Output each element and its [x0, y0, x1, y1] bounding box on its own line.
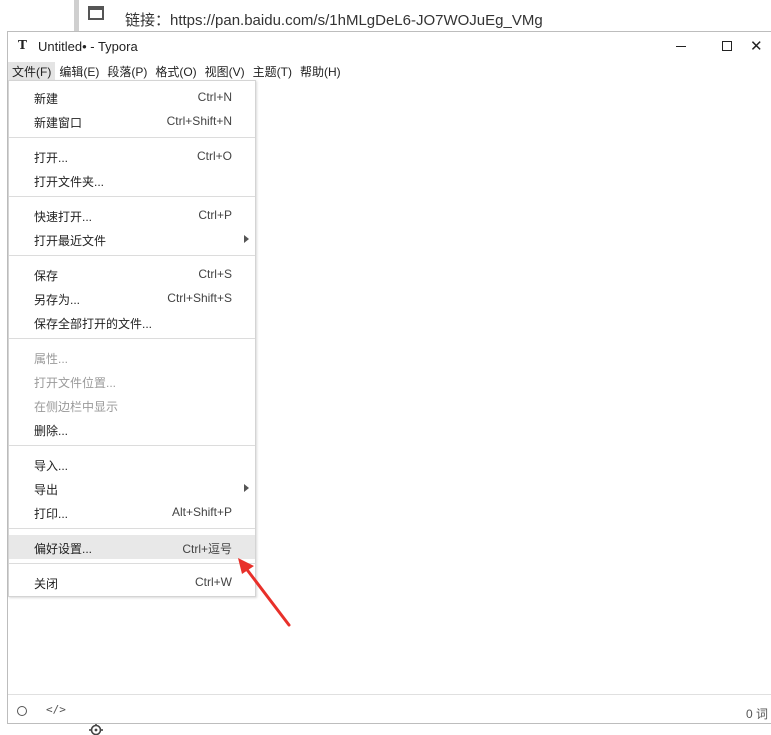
close-button[interactable]: ✕: [750, 32, 771, 60]
menu-item-shortcut: Ctrl+N: [197, 90, 232, 104]
menu-item-shortcut: Ctrl+S: [198, 267, 232, 281]
window-frame-icon: [88, 6, 104, 20]
menu-item-label: 偏好设置...: [34, 542, 93, 556]
menu-item-open-file-location: 打开文件位置...: [9, 369, 255, 393]
menu-item-label: 新建: [34, 92, 59, 106]
share-link-text: 链接：https://pan.baidu.com/s/1hMLgDeL6-JO7…: [125, 12, 543, 29]
maximize-icon: [722, 41, 732, 51]
menu-item-import[interactable]: 导入...: [9, 452, 255, 476]
menu-item-open-recent[interactable]: 打开最近文件: [9, 227, 255, 251]
menu-separator: [9, 563, 255, 564]
menu-file[interactable]: 文件(F): [8, 62, 56, 82]
menu-item-label: 另存为...: [34, 293, 81, 307]
menu-paragraph[interactable]: 段落(P): [103, 62, 151, 82]
menu-item-print[interactable]: 打印... Alt+Shift+P: [9, 500, 255, 524]
menu-item-label: 快速打开...: [34, 210, 93, 224]
maximize-button[interactable]: [704, 32, 750, 60]
menu-item-open-folder[interactable]: 打开文件夹...: [9, 168, 255, 192]
menu-item-label: 新建窗口: [34, 116, 83, 130]
menu-item-reveal-in-sidebar: 在侧边栏中显示: [9, 393, 255, 417]
menu-separator: [9, 338, 255, 339]
file-menu-dropdown: 新建 Ctrl+N 新建窗口 Ctrl+Shift+N 打开... Ctrl+O…: [8, 80, 256, 597]
menu-separator: [9, 528, 255, 529]
menu-item-shortcut: Ctrl+逗号: [182, 542, 232, 556]
menu-item-label: 删除...: [34, 424, 69, 438]
menu-item-label: 导入...: [34, 459, 69, 473]
menu-item-label: 打开最近文件: [34, 234, 107, 248]
minimize-icon: [676, 45, 686, 47]
outline-toggle-icon[interactable]: [17, 706, 27, 716]
menu-item-label: 关闭: [34, 577, 59, 591]
menu-item-shortcut: Ctrl+Shift+N: [166, 114, 232, 128]
menu-item-label: 导出: [34, 483, 59, 497]
menu-item-label: 在侧边栏中显示: [34, 400, 119, 414]
close-icon: ✕: [750, 38, 763, 55]
menu-item-new-window[interactable]: 新建窗口 Ctrl+Shift+N: [9, 109, 255, 133]
menu-item-label: 属性...: [34, 352, 69, 366]
menu-item-close[interactable]: 关闭 Ctrl+W: [9, 570, 255, 594]
menu-item-shortcut: Alt+Shift+P: [171, 505, 232, 519]
menu-format[interactable]: 格式(O): [151, 62, 200, 82]
window-title: Untitled• - Typora: [38, 39, 138, 54]
menu-bar: 文件(F) 编辑(E) 段落(P) 格式(O) 视图(V) 主题(T) 帮助(H…: [8, 62, 771, 82]
menu-separator: [9, 196, 255, 197]
word-count[interactable]: 0 词: [746, 705, 768, 722]
menu-separator: [9, 445, 255, 446]
submenu-arrow-icon: [244, 235, 249, 243]
menu-item-shortcut: Ctrl+Shift+S: [167, 291, 232, 305]
background-divider: [74, 0, 79, 31]
menu-item-label: 保存: [34, 269, 59, 283]
menu-item-delete[interactable]: 删除...: [9, 417, 255, 441]
menu-item-shortcut: Ctrl+W: [195, 575, 232, 589]
menu-item-save-all[interactable]: 保存全部打开的文件...: [9, 310, 255, 334]
menu-edit[interactable]: 编辑(E): [55, 62, 103, 82]
menu-item-preferences[interactable]: 偏好设置... Ctrl+逗号: [9, 535, 255, 559]
menu-item-label: 保存全部打开的文件...: [34, 317, 153, 331]
menu-theme[interactable]: 主题(T): [249, 62, 296, 82]
submenu-arrow-icon: [244, 484, 249, 492]
source-code-mode-icon[interactable]: </>: [46, 703, 66, 716]
menu-item-save[interactable]: 保存 Ctrl+S: [9, 262, 255, 286]
menu-item-quick-open[interactable]: 快速打开... Ctrl+P: [9, 203, 255, 227]
menu-item-shortcut: Ctrl+O: [196, 149, 232, 163]
menu-separator: [9, 137, 255, 138]
menu-item-shortcut: Ctrl+P: [198, 208, 232, 222]
menu-item-label: 打印...: [34, 507, 69, 521]
menu-separator: [9, 255, 255, 256]
menu-item-export[interactable]: 导出: [9, 476, 255, 500]
menu-view[interactable]: 视图(V): [201, 62, 249, 82]
title-bar[interactable]: T Untitled• - Typora ✕: [8, 32, 771, 60]
menu-item-new[interactable]: 新建 Ctrl+N: [9, 85, 255, 109]
menu-item-save-as[interactable]: 另存为... Ctrl+Shift+S: [9, 286, 255, 310]
minimize-button[interactable]: [658, 32, 704, 60]
menu-item-properties: 属性...: [9, 345, 255, 369]
typora-app-icon: T: [18, 38, 27, 52]
annotation-arrow-icon: [238, 558, 291, 627]
menu-item-label: 打开...: [34, 151, 69, 165]
menu-item-label: 打开文件位置...: [34, 376, 117, 390]
status-bar: </> 0 词: [8, 694, 771, 725]
menu-item-label: 打开文件夹...: [34, 175, 105, 189]
menu-item-open[interactable]: 打开... Ctrl+O: [9, 144, 255, 168]
menu-help[interactable]: 帮助(H): [296, 62, 345, 82]
